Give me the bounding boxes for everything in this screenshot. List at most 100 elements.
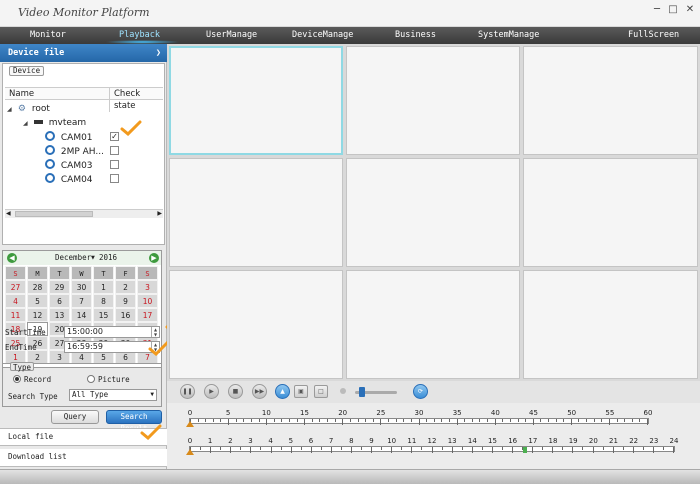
calendar-day[interactable]: 3 (137, 280, 158, 294)
calendar-day[interactable]: 6 (49, 294, 70, 308)
calendar-day[interactable]: 14 (71, 308, 92, 322)
minimize-icon[interactable]: ─ (649, 3, 665, 17)
calendar-day[interactable]: 28 (27, 280, 48, 294)
search-result-button[interactable]: Search Result (106, 410, 162, 433)
timeline-tick (461, 447, 463, 450)
camera-name: CAM03 (60, 161, 93, 171)
sync-icon[interactable]: ⟳ (413, 384, 428, 399)
video-window-1[interactable] (169, 46, 343, 155)
fast-forward-icon[interactable]: ▶▶ (252, 384, 267, 399)
calendar-day[interactable]: 1 (93, 280, 114, 294)
calendar-month[interactable]: December (55, 251, 91, 265)
record-radio[interactable]: Record (13, 375, 51, 384)
start-time-input[interactable]: 15:00:00 ▲ ▼ (64, 326, 160, 338)
column-check-state[interactable]: Check state (109, 88, 163, 112)
calendar-day[interactable]: 5 (27, 294, 48, 308)
tree-camera-1[interactable]: CAM01 ✓ (45, 131, 165, 143)
video-window-3[interactable] (523, 46, 698, 155)
video-window-5[interactable] (346, 158, 520, 267)
menu-business[interactable]: Business (395, 27, 436, 44)
radio-icon[interactable] (87, 375, 95, 383)
tree-root[interactable]: ◢ ⚙ root (7, 103, 50, 115)
video-window-8[interactable] (346, 270, 520, 379)
calendar-day[interactable]: 7 (71, 294, 92, 308)
video-window-9[interactable] (523, 270, 698, 379)
calendar-day[interactable]: 17 (137, 308, 158, 322)
scroll-right-icon[interactable]: ▶ (157, 210, 162, 217)
volume-icon[interactable] (340, 388, 346, 394)
column-name[interactable]: Name (9, 88, 34, 100)
collapse-icon[interactable]: ◢ (7, 104, 15, 116)
calendar-day[interactable]: 10 (137, 294, 158, 308)
recording-segment[interactable] (522, 447, 527, 453)
camera-2-checkbox[interactable] (110, 146, 119, 155)
timeline-tick (395, 419, 397, 422)
video-grid (167, 44, 700, 381)
timeline-label: 15 (488, 437, 497, 445)
calendar-day[interactable]: 4 (5, 294, 26, 308)
pause-icon[interactable]: ❚❚ (180, 384, 195, 399)
type-panel: Type Record Picture Search Type All Type… (2, 362, 162, 407)
calendar-day[interactable]: 27 (5, 280, 26, 294)
scroll-left-icon[interactable]: ◀ (6, 210, 11, 217)
video-window-6[interactable] (523, 158, 698, 267)
download-list-section[interactable]: Download list (0, 449, 167, 467)
save-icon[interactable]: □ (314, 385, 328, 398)
chevron-down-icon[interactable]: ▼ (150, 390, 154, 400)
menu-monitor[interactable]: Monitor (30, 27, 66, 44)
calendar-day[interactable]: 8 (93, 294, 114, 308)
menu-user-manage[interactable]: UserManage (206, 27, 257, 44)
search-type-select[interactable]: All Type ▼ (69, 389, 157, 401)
calendar-day[interactable]: 29 (49, 280, 70, 294)
calendar-day[interactable]: 15 (93, 308, 114, 322)
minute-timeline[interactable] (189, 418, 649, 425)
month-dropdown-icon[interactable]: ▼ (91, 251, 95, 265)
radio-selected-icon[interactable] (13, 375, 21, 383)
tree-camera-4[interactable]: CAM04 (45, 173, 165, 185)
camera-1-checkbox[interactable]: ✓ (110, 132, 119, 141)
collapse-icon[interactable]: ◢ (23, 118, 31, 130)
camera-4-checkbox[interactable] (110, 174, 119, 183)
tree-group[interactable]: ◢ mvteam (23, 117, 86, 129)
snapshot-icon[interactable]: ▣ (294, 385, 308, 398)
calendar-day[interactable]: 2 (115, 280, 136, 294)
menu-playback[interactable]: Playback (119, 27, 160, 44)
timeline-tick (380, 419, 382, 425)
close-icon[interactable]: ✕ (682, 3, 698, 17)
video-window-2[interactable] (346, 46, 520, 155)
maximize-icon[interactable]: □ (665, 3, 681, 17)
minute-cursor-icon[interactable] (186, 421, 194, 427)
volume-slider-thumb[interactable] (359, 387, 365, 397)
play-icon[interactable]: ▶ (204, 384, 219, 399)
calendar-day[interactable]: 16 (115, 308, 136, 322)
video-window-4[interactable] (169, 158, 343, 267)
calendar-day[interactable]: 30 (71, 280, 92, 294)
video-window-7[interactable] (169, 270, 343, 379)
device-file-header[interactable]: Device file ❯ (0, 44, 167, 62)
hour-timeline[interactable] (189, 446, 675, 453)
calendar-day[interactable]: 9 (115, 294, 136, 308)
eject-icon[interactable]: ▲ (275, 384, 290, 399)
calendar-day[interactable]: 13 (49, 308, 70, 322)
tree-camera-2[interactable]: 2MP AH... (45, 145, 165, 157)
tree-camera-3[interactable]: CAM03 (45, 159, 165, 171)
query-button[interactable]: Query (51, 410, 99, 424)
prev-month-icon[interactable]: ◀ (7, 253, 17, 263)
scroll-thumb[interactable] (15, 211, 93, 217)
picture-radio[interactable]: Picture (87, 375, 130, 384)
camera-3-checkbox[interactable] (110, 160, 119, 169)
timeline-label: 24 (669, 437, 679, 445)
stop-icon[interactable]: ■ (228, 384, 243, 399)
menu-full-screen[interactable]: FullScreen (628, 27, 679, 44)
hour-cursor-icon[interactable] (186, 449, 194, 455)
start-time-spinner-icon[interactable]: ▲ ▼ (151, 327, 159, 337)
device-tab[interactable]: Device (9, 66, 45, 76)
next-month-icon[interactable]: ▶ (149, 253, 159, 263)
calendar-day[interactable]: 12 (27, 308, 48, 322)
menu-device-manage[interactable]: DeviceManage (292, 27, 353, 44)
calendar-day[interactable]: 11 (5, 308, 26, 322)
menu-system-manage[interactable]: SystemManage (478, 27, 539, 44)
calendar-year[interactable]: 2016 (99, 251, 117, 265)
tree-scrollbar[interactable]: ◀ ▶ (5, 209, 163, 218)
end-time-input[interactable]: 16:59:59 ▲ ▼ (64, 341, 160, 353)
